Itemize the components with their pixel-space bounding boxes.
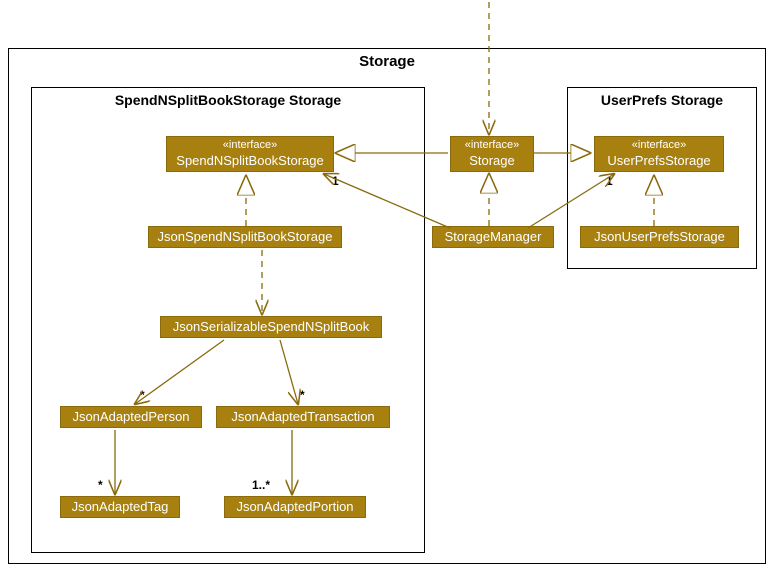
- class-name: StorageManager: [445, 229, 542, 244]
- class-jsonspendnsplitbookstorage: JsonSpendNSplitBookStorage: [148, 226, 342, 248]
- class-name: JsonSpendNSplitBookStorage: [158, 229, 333, 244]
- stereotype: «interface»: [601, 139, 717, 153]
- multiplicity-star: *: [140, 388, 145, 402]
- multiplicity-1star: 1..*: [252, 478, 270, 492]
- class-jsonadaptedtransaction: JsonAdaptedTransaction: [216, 406, 390, 428]
- multiplicity-star: *: [98, 478, 103, 492]
- stereotype: «interface»: [173, 139, 327, 153]
- class-storage: «interface» Storage: [450, 136, 534, 172]
- class-storagemanager: StorageManager: [432, 226, 554, 248]
- class-userprefsstorage: «interface» UserPrefsStorage: [594, 136, 724, 172]
- class-jsonadaptedperson: JsonAdaptedPerson: [60, 406, 202, 428]
- class-spendnsplitbookstorage: «interface» SpendNSplitBookStorage: [166, 136, 334, 172]
- package-storage: Storage SpendNSplitBookStorage Storage U…: [8, 48, 766, 564]
- class-name: JsonUserPrefsStorage: [594, 229, 725, 244]
- class-jsonserializable: JsonSerializableSpendNSplitBook: [160, 316, 382, 338]
- class-name: JsonSerializableSpendNSplitBook: [173, 319, 370, 334]
- multiplicity-1: 1: [606, 174, 613, 188]
- multiplicity-star: *: [300, 388, 305, 402]
- multiplicity-1: 1: [332, 174, 339, 188]
- class-name: SpendNSplitBookStorage: [173, 153, 327, 169]
- class-jsonuserprefsstorage: JsonUserPrefsStorage: [580, 226, 739, 248]
- class-jsonadaptedportion: JsonAdaptedPortion: [224, 496, 366, 518]
- class-name: JsonAdaptedTag: [72, 499, 169, 514]
- class-name: Storage: [457, 153, 527, 169]
- class-name: JsonAdaptedPortion: [236, 499, 353, 514]
- inner-title-right: UserPrefs Storage: [568, 92, 756, 108]
- class-name: JsonAdaptedPerson: [72, 409, 189, 424]
- stereotype: «interface»: [457, 139, 527, 153]
- inner-title-left: SpendNSplitBookStorage Storage: [32, 92, 424, 108]
- class-name: UserPrefsStorage: [601, 153, 717, 169]
- package-title: Storage: [9, 53, 765, 70]
- class-jsonadaptedtag: JsonAdaptedTag: [60, 496, 180, 518]
- class-name: JsonAdaptedTransaction: [231, 409, 374, 424]
